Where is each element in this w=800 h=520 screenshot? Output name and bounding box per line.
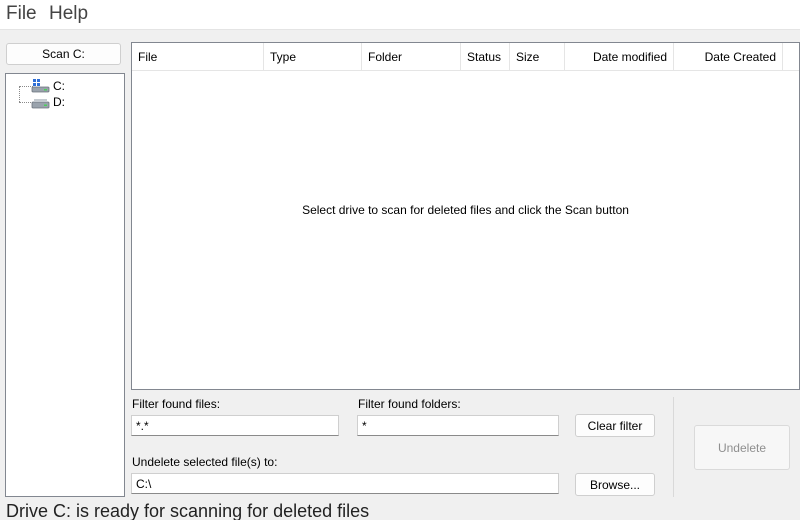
column-header-file[interactable]: File xyxy=(132,43,264,71)
undelete-button[interactable]: Undelete xyxy=(694,425,790,470)
column-header-status[interactable]: Status xyxy=(461,43,510,71)
drive-label: D: xyxy=(53,95,65,109)
drive-label: C: xyxy=(53,79,65,93)
scan-button[interactable]: Scan C: xyxy=(6,43,121,65)
empty-list-message: Select drive to scan for deleted files a… xyxy=(302,203,629,217)
status-bar: Drive C: is ready for scanning for delet… xyxy=(6,501,370,520)
filter-folders-input[interactable] xyxy=(357,415,559,436)
drive-icon xyxy=(31,95,51,109)
menu-file[interactable]: File xyxy=(6,3,37,25)
deleted-files-list[interactable]: File Type Folder Status Size Date modifi… xyxy=(131,42,800,390)
filter-files-input[interactable] xyxy=(131,415,339,436)
filter-files-label: Filter found files: xyxy=(132,397,221,411)
column-header-folder[interactable]: Folder xyxy=(362,43,461,71)
column-header-type[interactable]: Type xyxy=(264,43,362,71)
menu-bar: File Help xyxy=(0,0,800,30)
windows-drive-icon xyxy=(31,79,51,93)
column-header-size[interactable]: Size xyxy=(510,43,565,71)
divider xyxy=(673,397,674,497)
menu-help[interactable]: Help xyxy=(49,3,88,25)
undelete-destination-label: Undelete selected file(s) to: xyxy=(132,455,278,469)
drive-tree[interactable]: C: D: xyxy=(5,73,125,497)
column-header-date-modified[interactable]: Date modified xyxy=(565,43,674,71)
clear-filter-button[interactable]: Clear filter xyxy=(575,414,655,437)
tree-item-drive-d[interactable]: D: xyxy=(31,94,65,110)
undelete-app-window: File Help Scan C: C: D: File Type Folder… xyxy=(0,0,800,520)
list-header: File Type Folder Status Size Date modifi… xyxy=(132,43,799,71)
undelete-destination-input[interactable] xyxy=(131,473,559,494)
tree-connector xyxy=(19,86,20,102)
browse-button[interactable]: Browse... xyxy=(575,473,655,496)
tree-item-drive-c[interactable]: C: xyxy=(31,78,65,94)
filter-folders-label: Filter found folders: xyxy=(358,397,461,411)
column-header-date-created[interactable]: Date Created xyxy=(674,43,783,71)
